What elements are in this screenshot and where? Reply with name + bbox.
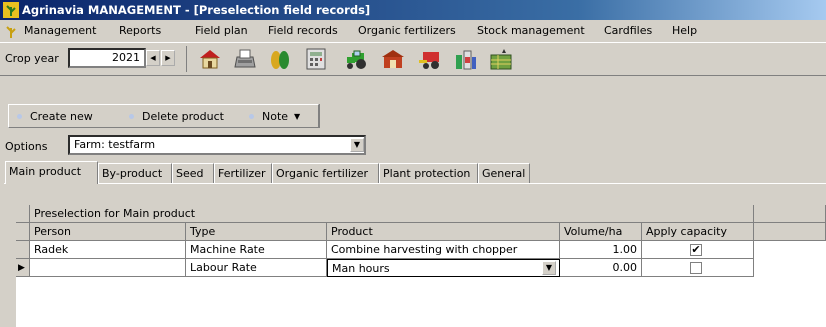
note-button[interactable]: Note bbox=[262, 110, 288, 123]
tab-baseline bbox=[4, 183, 826, 184]
tab-main-product[interactable]: Main product bbox=[5, 161, 98, 184]
cell-product-editor[interactable]: Man hours bbox=[327, 259, 560, 277]
cell-type[interactable]: Labour Rate bbox=[186, 259, 327, 277]
menu-help[interactable]: Help bbox=[672, 24, 697, 37]
cell-person[interactable] bbox=[30, 259, 186, 277]
row-indicator[interactable] bbox=[16, 241, 30, 259]
cell-volume[interactable]: 1.00 bbox=[560, 241, 642, 259]
options-select[interactable]: Farm: testfarm bbox=[68, 135, 366, 155]
tab-by-product[interactable]: By-product bbox=[98, 163, 172, 183]
delete-product-icon bbox=[129, 114, 134, 119]
product-dropdown-icon[interactable]: ▼ bbox=[542, 261, 556, 275]
menu-reports[interactable]: Reports bbox=[119, 24, 161, 37]
app-logo-icon bbox=[3, 2, 19, 18]
crop-year-input[interactable]: 2021 bbox=[68, 48, 146, 68]
cell-person[interactable]: Radek bbox=[30, 241, 186, 259]
cell-apply-capacity[interactable] bbox=[642, 259, 754, 277]
toolbar-separator bbox=[186, 46, 187, 72]
tab-organic-fertilizer[interactable]: Organic fertilizer bbox=[272, 163, 379, 183]
tab-general[interactable]: General bbox=[478, 163, 530, 183]
column-person[interactable]: Person bbox=[30, 223, 186, 241]
tractor-icon[interactable] bbox=[344, 47, 370, 71]
crop-year-prev-button[interactable]: ◀ bbox=[146, 50, 160, 66]
grid-group-header: Preselection for Main product bbox=[30, 205, 754, 223]
menu-field-plan[interactable]: Field plan bbox=[195, 24, 248, 37]
column-volume[interactable]: Volume/ha bbox=[560, 223, 642, 241]
crop-year-label: Crop year bbox=[5, 52, 59, 65]
row-indicator-current[interactable]: ▶ bbox=[16, 259, 30, 277]
tab-plant-protection[interactable]: Plant protection bbox=[379, 163, 478, 183]
options-label: Options bbox=[5, 140, 48, 153]
cell-product[interactable]: Combine harvesting with chopper bbox=[327, 241, 560, 259]
cell-volume[interactable]: 0.00 bbox=[560, 259, 642, 277]
column-type[interactable]: Type bbox=[186, 223, 327, 241]
delete-product-button[interactable]: Delete product bbox=[142, 110, 224, 123]
crop-year-next-button[interactable]: ▶ bbox=[161, 50, 175, 66]
calculator-icon[interactable] bbox=[303, 47, 329, 71]
apply-capacity-checkbox-checked[interactable]: ✔ bbox=[690, 244, 702, 256]
grid-empty-header bbox=[754, 223, 826, 241]
barn-icon[interactable] bbox=[380, 47, 406, 71]
column-product[interactable]: Product bbox=[327, 223, 560, 241]
note-icon bbox=[249, 114, 254, 119]
menu-stock-management[interactable]: Stock management bbox=[477, 24, 585, 37]
tab-seed[interactable]: Seed bbox=[172, 163, 214, 183]
printer-icon[interactable] bbox=[232, 47, 258, 71]
create-new-button[interactable]: Create new bbox=[30, 110, 93, 123]
seed-icon[interactable] bbox=[267, 47, 293, 71]
create-new-icon bbox=[17, 114, 22, 119]
menu-organic-fertilizers[interactable]: Organic fertilizers bbox=[358, 24, 456, 37]
records-grid: Preselection for Main product Person Typ… bbox=[16, 205, 826, 327]
cell-apply-capacity[interactable]: ✔ bbox=[642, 241, 754, 259]
grid-corner bbox=[16, 205, 30, 223]
window-title: Agrinavia MANAGEMENT - [Preselection fie… bbox=[22, 3, 371, 17]
cell-type[interactable]: Machine Rate bbox=[186, 241, 327, 259]
grid-corner bbox=[16, 223, 30, 241]
menu-field-records[interactable]: Field records bbox=[268, 24, 338, 37]
bottles-icon[interactable] bbox=[452, 47, 478, 71]
column-apply-capacity[interactable]: Apply capacity bbox=[642, 223, 754, 241]
menu-cardfiles[interactable]: Cardfiles bbox=[604, 24, 652, 37]
action-bar-separator bbox=[319, 104, 320, 128]
apply-capacity-checkbox-unchecked[interactable] bbox=[690, 262, 702, 274]
grid-empty-header bbox=[754, 205, 826, 223]
tab-fertilizer[interactable]: Fertilizer bbox=[214, 163, 272, 183]
app-menu-icon[interactable] bbox=[4, 23, 18, 39]
field-icon[interactable] bbox=[488, 47, 514, 71]
harvester-icon[interactable] bbox=[417, 47, 443, 71]
home-icon[interactable] bbox=[197, 47, 223, 71]
note-dropdown-icon[interactable]: ▼ bbox=[294, 112, 300, 121]
options-dropdown-icon[interactable]: ▼ bbox=[350, 138, 364, 152]
menu-management[interactable]: Management bbox=[24, 24, 96, 37]
